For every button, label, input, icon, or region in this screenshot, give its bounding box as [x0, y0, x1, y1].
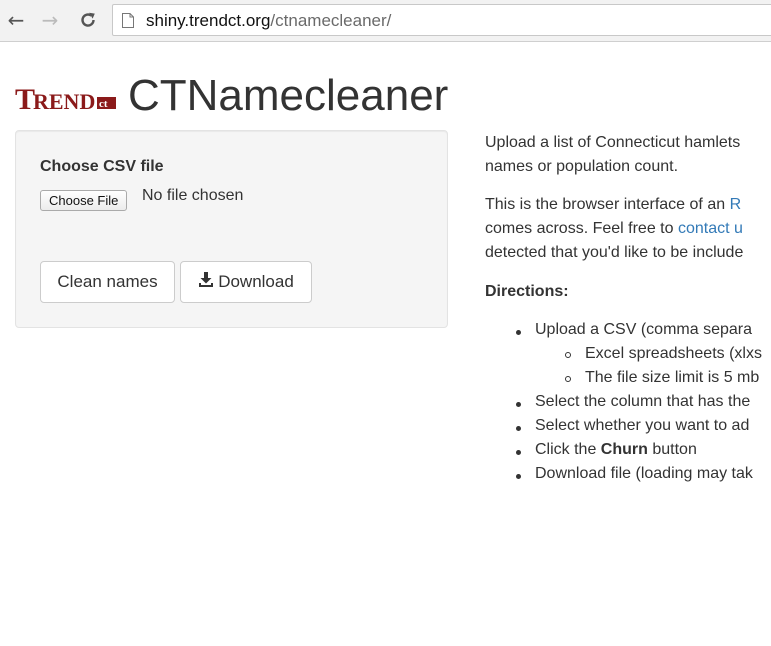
contact-us-link[interactable]: contact u — [678, 220, 743, 237]
about-line-1-text: This is the browser interface of an — [485, 196, 730, 213]
about-line-3-text: detected that you'd like to be include — [485, 244, 744, 261]
list-subitem: The file size limit is 5 mb — [585, 369, 760, 386]
circle-bullet-icon — [565, 376, 571, 382]
bullet-icon — [516, 426, 521, 431]
reload-icon[interactable] — [76, 8, 100, 32]
sidebar-panel: Choose CSV file Choose File No file chos… — [15, 130, 448, 328]
url-text: shiny.trendct.org/ctnamecleaner/ — [146, 11, 391, 31]
about-paragraph: This is the browser interface of an Rcom… — [485, 193, 743, 265]
file-status-text: No file chosen — [142, 187, 244, 204]
circle-bullet-icon — [565, 352, 571, 358]
r-package-link[interactable]: R — [730, 196, 742, 213]
page-title: CTNamecleaner — [128, 71, 449, 120]
directions-heading: Directions: — [485, 283, 569, 300]
url-path: /ctnamecleaner/ — [270, 11, 392, 30]
bullet-icon — [516, 402, 521, 407]
main-panel: Upload a list of Connecticut hamlets name… — [485, 130, 771, 550]
list-item-text: Click the — [535, 441, 601, 458]
page-icon — [122, 13, 134, 28]
intro-line-2: names or population count. — [485, 158, 679, 175]
svg-text:T: T — [15, 84, 35, 112]
intro-line-1: Upload a list of Connecticut hamlets — [485, 134, 741, 151]
list-subitem: Excel spreadsheets (xlxs — [585, 345, 762, 362]
list-item-text: button — [647, 441, 697, 458]
svg-text:REND: REND — [33, 89, 95, 112]
bullet-icon — [516, 450, 521, 455]
about-line-2-text: comes across. Feel free to — [485, 220, 678, 237]
bullet-icon — [516, 474, 521, 479]
svg-text:ct: ct — [99, 98, 108, 110]
browser-toolbar: ← → shiny.trendct.org/ctnamecleaner/ — [0, 0, 771, 42]
forward-arrow-icon[interactable]: → — [38, 8, 62, 32]
list-item: Upload a CSV (comma separa — [535, 321, 752, 338]
intro-paragraph: Upload a list of Connecticut hamlets name… — [485, 131, 740, 179]
file-input-label: Choose CSV file — [40, 158, 164, 175]
address-bar[interactable]: shiny.trendct.org/ctnamecleaner/ — [112, 4, 771, 36]
download-button[interactable]: Download — [180, 261, 312, 303]
churn-keyword: Churn — [600, 441, 648, 458]
download-icon — [199, 272, 214, 287]
download-button-label: Download — [218, 272, 294, 291]
url-host: shiny.trendct.org — [146, 11, 271, 30]
choose-file-button[interactable]: Choose File — [40, 190, 128, 211]
list-item: Click the Churn button — [535, 438, 697, 462]
list-item: Download file (loading may tak — [535, 465, 753, 482]
bullet-icon — [516, 330, 521, 335]
list-item: Select the column that has the — [535, 393, 751, 410]
back-arrow-icon[interactable]: ← — [4, 8, 28, 32]
list-item: Select whether you want to ad — [535, 417, 750, 434]
clean-names-button[interactable]: Clean names — [40, 261, 175, 303]
trendct-logo: T REND ct — [15, 84, 116, 112]
